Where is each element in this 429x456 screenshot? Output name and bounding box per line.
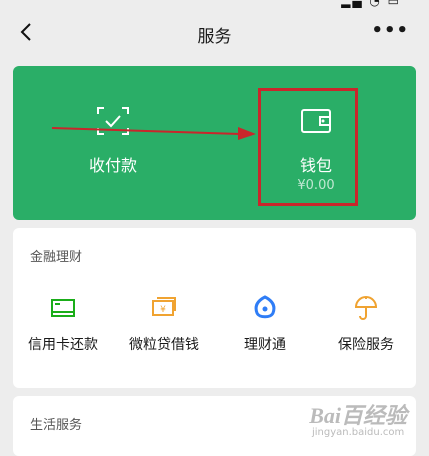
licaitong-label: 理财通 xyxy=(244,337,286,353)
weilidai-loan-label: 微粒贷借钱 xyxy=(129,337,199,353)
status-bar: ▂▄ ◔ ▭ xyxy=(0,0,429,10)
licaitong-button[interactable]: 理财通 xyxy=(215,290,315,360)
pay-label: 收付款 xyxy=(88,156,137,175)
more-button[interactable]: ••• xyxy=(371,20,409,41)
insurance-label: 保险服务 xyxy=(338,337,394,353)
insurance-umbrella-icon xyxy=(354,296,378,320)
page-title: 服务 xyxy=(197,27,232,47)
wealth-icon xyxy=(254,295,276,319)
credit-card-repay-button[interactable]: 信用卡还款 xyxy=(13,290,113,360)
annotation-arrow-icon xyxy=(51,127,256,140)
credit-card-icon xyxy=(51,299,75,317)
finance-section-title: 金融理财 xyxy=(30,250,83,265)
weilidai-loan-button[interactable]: ¥ 微粒贷借钱 xyxy=(114,290,214,360)
insurance-button[interactable]: 保险服务 xyxy=(316,290,416,360)
navbar: 服务 ••• xyxy=(0,10,429,56)
life-section-title: 生活服务 xyxy=(30,418,83,433)
finance-section: 金融理财 信用卡还款 ¥ 微粒贷借钱 理财通 保险服务 xyxy=(13,228,416,388)
svg-text:¥: ¥ xyxy=(160,305,166,315)
baidu-jingyan-watermark: Bai百经验 jingyan.baidu.com xyxy=(309,398,407,438)
loan-icon: ¥ xyxy=(152,297,176,316)
credit-card-repay-label: 信用卡还款 xyxy=(28,337,98,353)
status-icons: ▂▄ ◔ ▭ xyxy=(341,0,401,8)
annotation-highlight-box xyxy=(258,88,358,206)
watermark-url: jingyan.baidu.com xyxy=(311,427,405,438)
watermark-logo: Bai百经验 xyxy=(309,403,407,428)
